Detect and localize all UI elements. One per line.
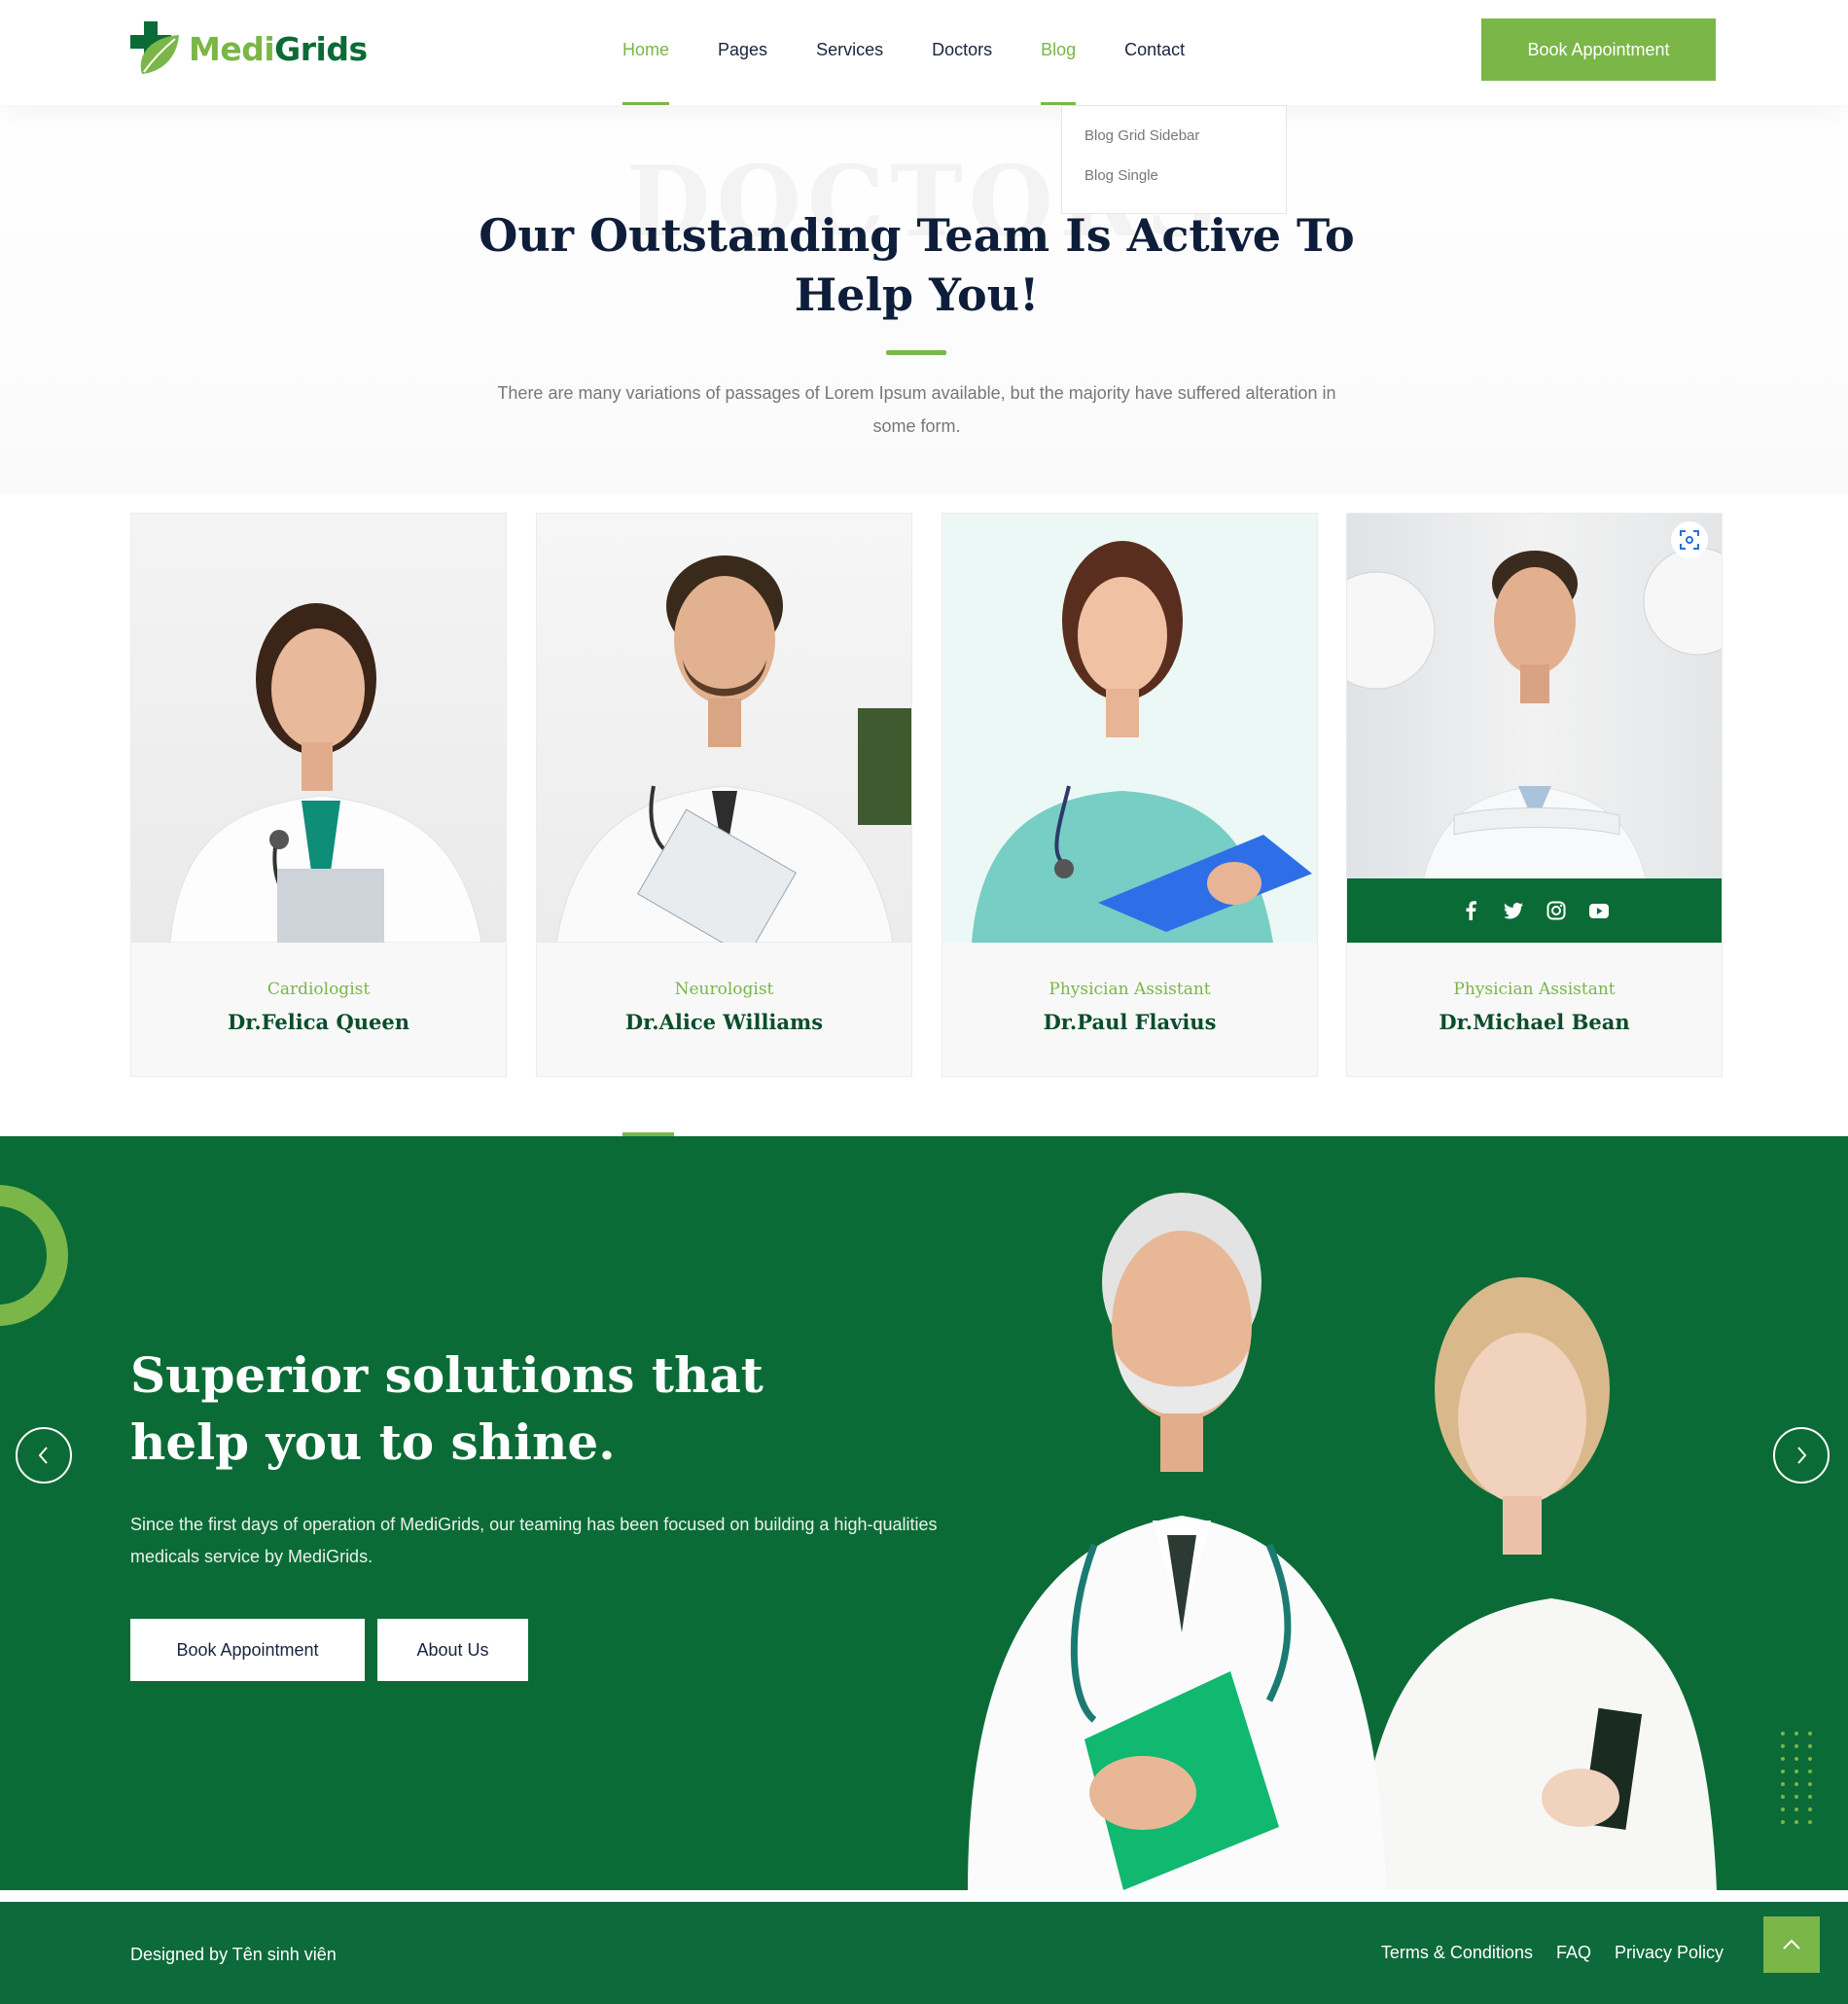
instagram-icon[interactable] (1546, 901, 1566, 920)
medical-cross-leaf-icon (130, 21, 179, 74)
female-nurse-photo (942, 514, 1317, 943)
team-section-title: Our Outstanding Team Is Active To Help Y… (479, 209, 1355, 321)
image-scan-icon[interactable] (1671, 521, 1708, 558)
doctor-name[interactable]: Dr.Michael Bean (1347, 1010, 1722, 1034)
facebook-icon[interactable] (1461, 901, 1480, 920)
doctor-role: Neurologist (674, 980, 774, 999)
doctor-name[interactable]: Dr.Felica Queen (131, 1010, 506, 1034)
scroll-to-top-button[interactable] (1763, 1916, 1820, 1973)
nav-contact[interactable]: Contact (1124, 0, 1185, 105)
nav-home[interactable]: Home (622, 0, 670, 105)
youtube-icon[interactable] (1588, 901, 1609, 920)
doctor-social-links (1347, 878, 1722, 943)
chevron-up-icon (1783, 1939, 1800, 1950)
doctor-card[interactable]: Physician Assistant Dr.Michael Bean (1346, 513, 1723, 1077)
hero-book-appointment-button[interactable]: Book Appointment (130, 1619, 365, 1681)
hero-description: Since the first days of operation of Med… (130, 1515, 938, 1566)
nav-pages[interactable]: Pages (718, 0, 767, 105)
title-separator (886, 350, 946, 355)
nav-doctors[interactable]: Doctors (932, 0, 992, 105)
nav-active-indicator (622, 102, 670, 105)
footer-link-terms[interactable]: Terms & Conditions (1381, 1943, 1533, 1963)
hero-title: Superior solutions that help you to shin… (130, 1346, 764, 1471)
dropdown-item-blog-single[interactable]: Blog Single (1062, 156, 1286, 196)
book-appointment-button[interactable]: Book Appointment (1481, 18, 1716, 81)
blog-dropdown-menu: Blog Grid Sidebar Blog Single (1061, 105, 1287, 214)
slider-prev-button[interactable] (16, 1427, 72, 1484)
slider-next-button[interactable] (1773, 1427, 1830, 1484)
doctor-card[interactable]: Neurologist Dr.Alice Williams (536, 513, 912, 1077)
two-doctors-photo (968, 1193, 1717, 1890)
site-logo[interactable]: MediGrids (130, 21, 368, 76)
male-doctor-photo (1347, 514, 1722, 943)
team-section-description: There are many variations of passages of… (497, 383, 1336, 436)
nav-services[interactable]: Services (816, 0, 883, 105)
footer-credit: Designed by Tên sinh viên (130, 1945, 337, 1964)
decorative-dot-grid (1781, 1732, 1813, 1824)
chevron-right-icon (1797, 1447, 1807, 1464)
footer-link-faq[interactable]: FAQ (1556, 1943, 1591, 1963)
doctor-role: Physician Assistant (1048, 980, 1211, 999)
main-nav: Home Pages Services Doctors Blog Contact (622, 0, 1185, 105)
male-doctor-photo (537, 514, 911, 943)
doctor-card[interactable]: Cardiologist Dr.Felica Queen (130, 513, 507, 1077)
footer-link-privacy[interactable]: Privacy Policy (1615, 1943, 1724, 1963)
doctor-name[interactable]: Dr.Paul Flavius (942, 1010, 1317, 1034)
logo-wordmark: MediGrids (189, 29, 368, 68)
doctor-role: Cardiologist (267, 980, 371, 999)
doctor-card[interactable]: Physician Assistant Dr.Paul Flavius (942, 513, 1318, 1077)
doctor-name[interactable]: Dr.Alice Williams (537, 1010, 911, 1034)
chevron-left-icon (38, 1447, 48, 1464)
female-doctor-photo (131, 514, 506, 943)
hero-slider: Superior solutions that help you to shin… (0, 1136, 1848, 1890)
hero-about-us-button[interactable]: About Us (377, 1619, 528, 1681)
twitter-icon[interactable] (1503, 901, 1523, 920)
doctor-role: Physician Assistant (1453, 980, 1616, 999)
site-header: MediGrids Home Pages Services Doctors Bl… (0, 0, 1848, 105)
footer-links: Terms & Conditions FAQ Privacy Policy (1381, 1943, 1724, 1963)
site-footer: Designed by Tên sinh viên Terms & Condit… (0, 1902, 1848, 2004)
dropdown-item-blog-grid-sidebar[interactable]: Blog Grid Sidebar (1062, 116, 1286, 156)
decorative-ring (0, 1185, 68, 1326)
nav-blog[interactable]: Blog (1041, 0, 1077, 105)
